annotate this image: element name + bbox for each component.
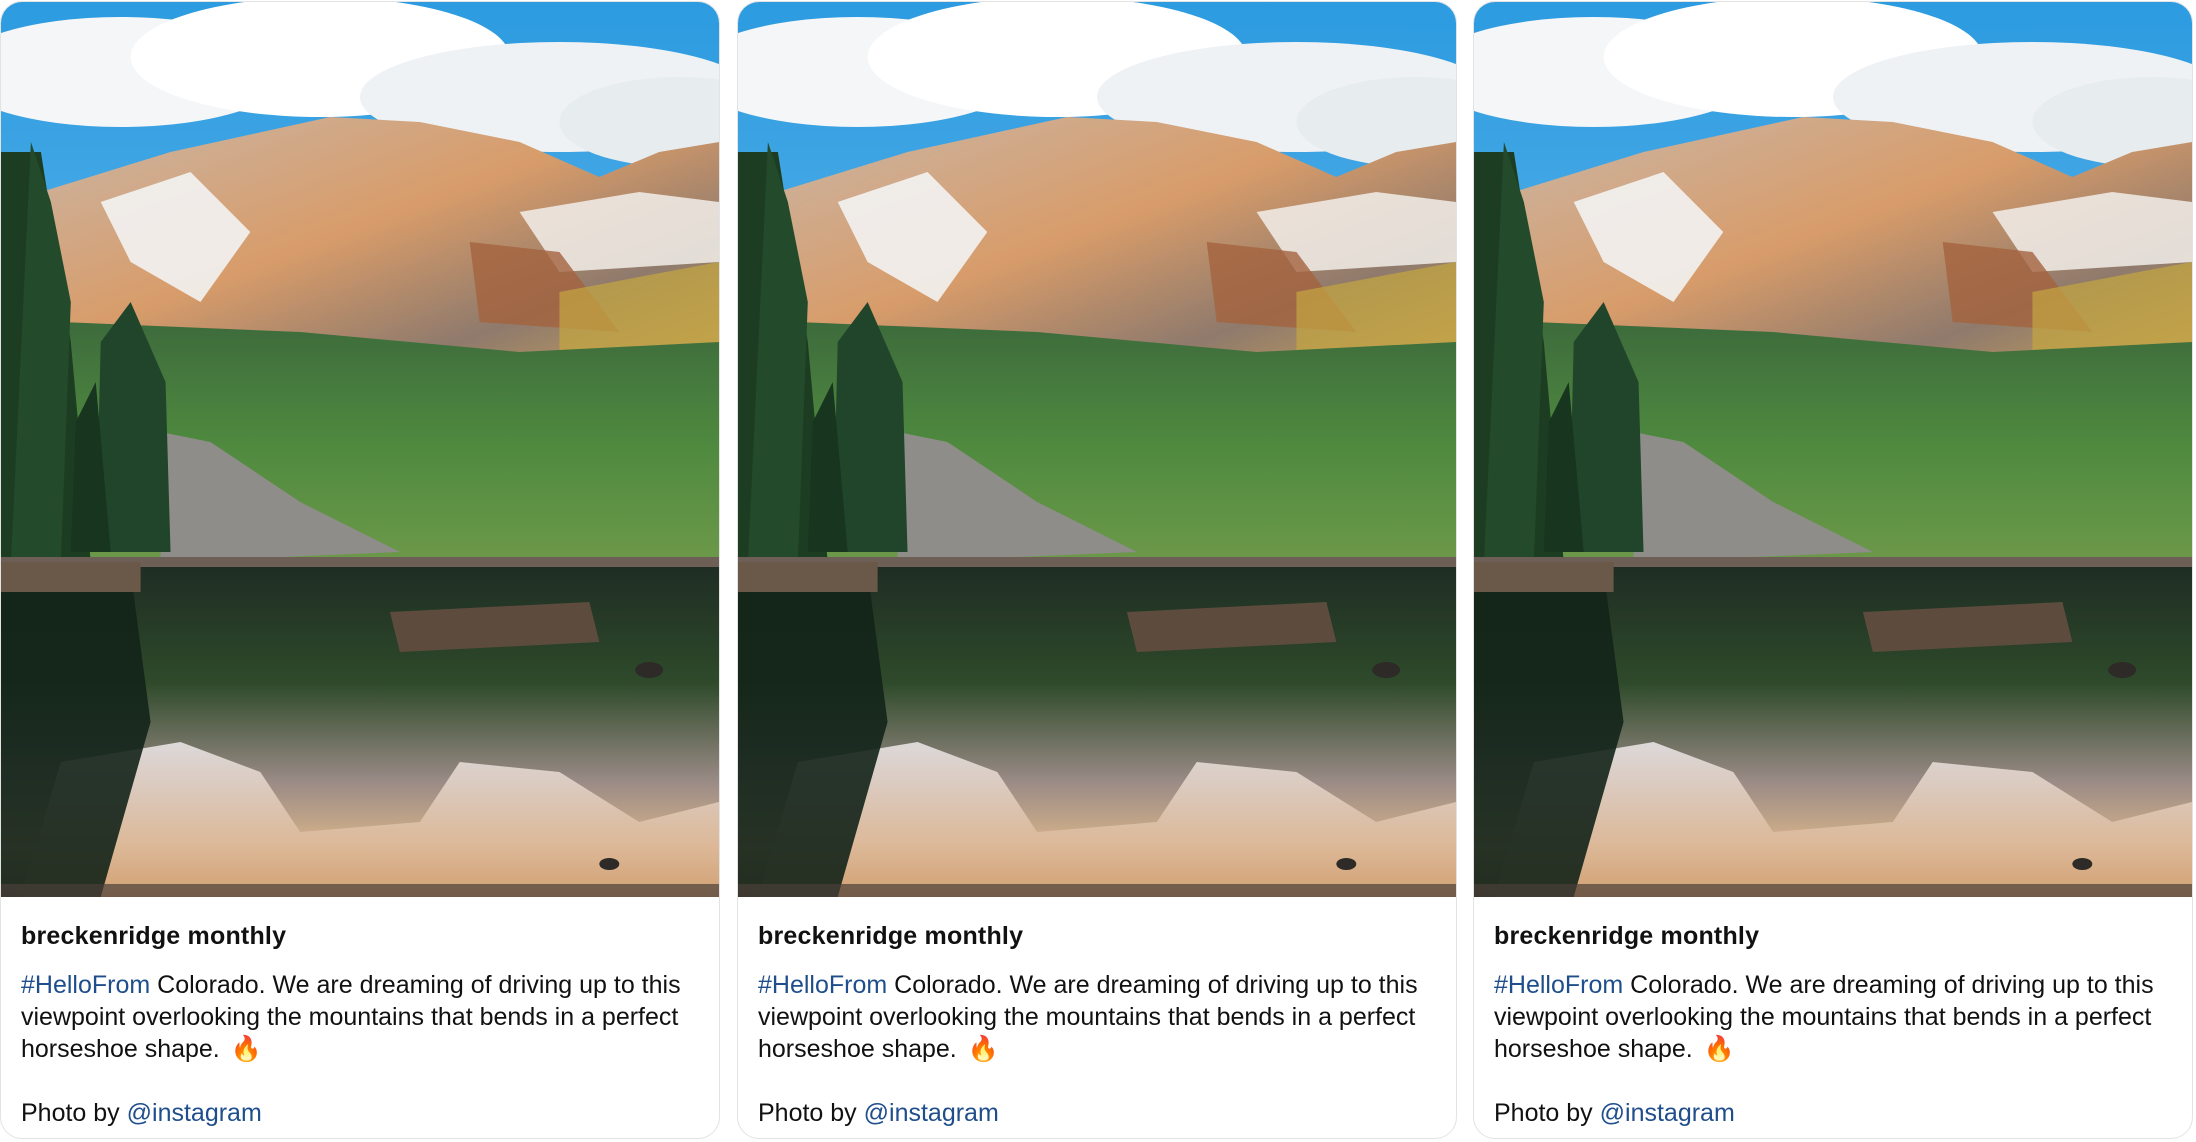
- fire-emoji-icon: 🔥: [1703, 1035, 1735, 1063]
- hashtag-link[interactable]: #HelloFrom: [1494, 971, 1623, 999]
- post-photo[interactable]: [738, 2, 1456, 897]
- post-caption: breckenridge monthly #HelloFrom Colorado…: [1, 897, 719, 1129]
- fire-emoji-icon: 🔥: [230, 1035, 262, 1063]
- post-text: #HelloFrom Colorado. We are dreaming of …: [21, 969, 699, 1065]
- card-row: breckenridge monthly #HelloFrom Colorado…: [0, 0, 2196, 1142]
- hashtag-link[interactable]: #HelloFrom: [758, 971, 887, 999]
- credit-prefix: Photo by: [1494, 1099, 1600, 1127]
- mountain-lake-image: [1474, 2, 2192, 897]
- photo-credit: Photo by @instagram: [1494, 1097, 2172, 1129]
- photo-credit: Photo by @instagram: [758, 1097, 1436, 1129]
- post-photo[interactable]: [1, 2, 719, 897]
- fire-emoji-icon: 🔥: [967, 1035, 999, 1063]
- post-caption: breckenridge monthly #HelloFrom Colorado…: [1474, 897, 2192, 1129]
- post-text: #HelloFrom Colorado. We are dreaming of …: [1494, 969, 2172, 1065]
- credit-handle-link[interactable]: @instagram: [1600, 1099, 1735, 1127]
- credit-handle-link[interactable]: @instagram: [864, 1099, 999, 1127]
- post-caption: breckenridge monthly #HelloFrom Colorado…: [738, 897, 1456, 1129]
- post-card[interactable]: breckenridge monthly #HelloFrom Colorado…: [0, 1, 720, 1139]
- credit-prefix: Photo by: [21, 1099, 127, 1127]
- post-author[interactable]: breckenridge monthly: [1494, 921, 2172, 951]
- hashtag-link[interactable]: #HelloFrom: [21, 971, 150, 999]
- post-card[interactable]: breckenridge monthly #HelloFrom Colorado…: [737, 1, 1457, 1139]
- post-text: #HelloFrom Colorado. We are dreaming of …: [758, 969, 1436, 1065]
- credit-handle-link[interactable]: @instagram: [127, 1099, 262, 1127]
- post-card[interactable]: breckenridge monthly #HelloFrom Colorado…: [1473, 1, 2193, 1139]
- post-author[interactable]: breckenridge monthly: [21, 921, 699, 951]
- credit-prefix: Photo by: [758, 1099, 864, 1127]
- post-author[interactable]: breckenridge monthly: [758, 921, 1436, 951]
- photo-credit: Photo by @instagram: [21, 1097, 699, 1129]
- post-photo[interactable]: [1474, 2, 2192, 897]
- mountain-lake-image: [738, 2, 1456, 897]
- mountain-lake-image: [1, 2, 719, 897]
